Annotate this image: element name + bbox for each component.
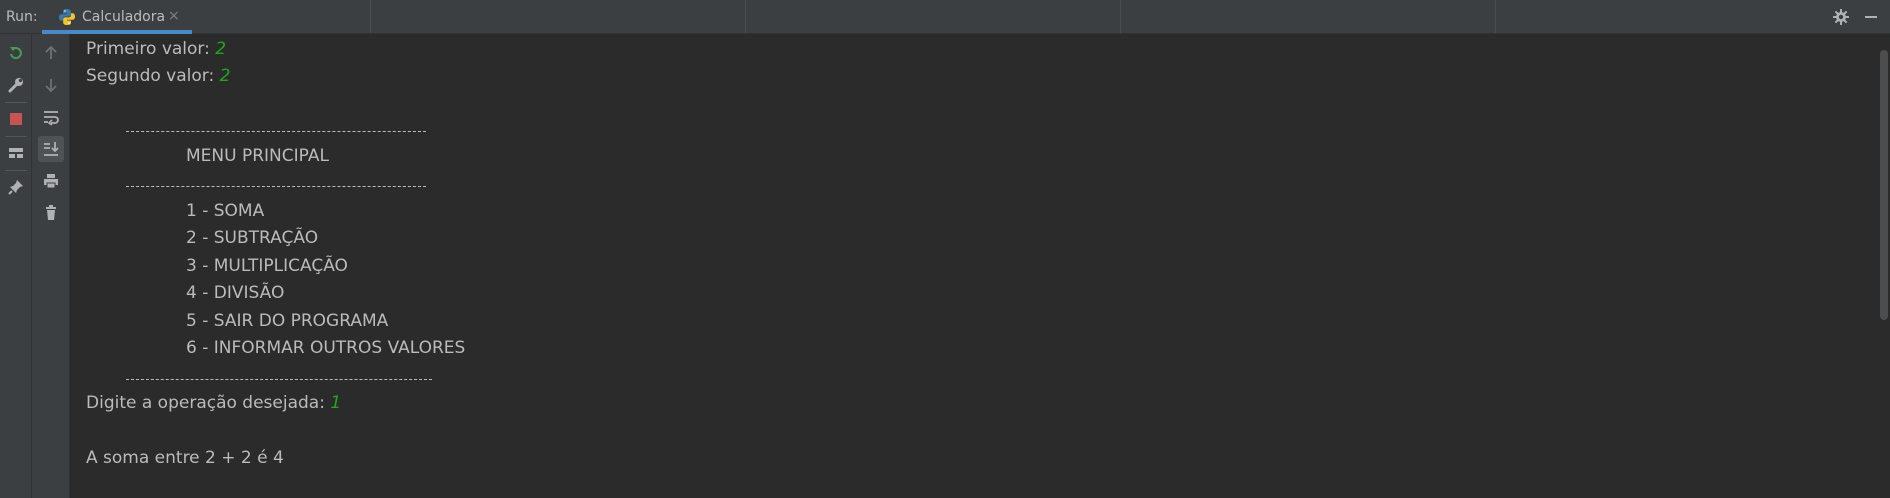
tab-calculadora[interactable]: Calculadora × [42,0,192,34]
menu-item: 5 - SAIR DO PROGRAMA [186,311,389,331]
operation-input: 1 [330,393,342,413]
menu-item: 1 - SOMA [186,201,265,221]
menu-divider-top [126,131,426,133]
scrollbar-thumb[interactable] [1880,50,1888,320]
up-arrow-icon[interactable] [38,40,64,66]
menu-item: 4 - DIVISÃO [186,283,285,303]
trash-icon[interactable] [38,200,64,226]
wrench-icon[interactable] [3,72,29,98]
down-arrow-icon[interactable] [38,72,64,98]
menu-item: 6 - INFORMAR OUTROS VALORES [186,338,466,358]
header-divider [1495,0,1496,33]
result-line: A soma entre 2 + 2 é 4 [86,448,284,468]
python-icon [58,8,76,26]
menu-divider-middle [126,186,426,188]
run-header-bar: Run: Calculadora × [0,0,1890,34]
run-actions-toolbar [0,34,32,498]
menu-divider-bottom [126,379,432,381]
second-value-input: 2 [219,66,231,86]
toolbar-divider [5,102,27,103]
soft-wrap-icon[interactable] [38,104,64,130]
console-actions-toolbar [32,34,70,498]
run-tool-window: Run: Calculadora × Primeiro valor: 2 Seg… [0,0,1890,498]
operation-prompt: Digite a operação desejada: [86,393,331,413]
operation-line: Digite a operação desejada: 1 [86,392,341,414]
minimize-icon[interactable] [1862,8,1880,26]
pin-icon[interactable] [3,174,29,200]
first-value-prompt: Primeiro valor: [86,39,216,59]
toolbar-divider [5,170,27,171]
first-value-line: Primeiro valor: 2 [86,38,226,60]
menu-item: 3 - MULTIPLICAÇÃO [186,256,348,276]
layout-icon[interactable] [3,140,29,166]
tab-label: Calculadora [82,9,166,25]
run-label: Run: [6,9,38,25]
scroll-to-end-icon[interactable] [38,136,64,162]
first-value-input: 2 [215,39,227,59]
close-icon[interactable]: × [168,8,180,24]
print-icon[interactable] [38,168,64,194]
menu-item: 2 - SUBTRAÇÃO [186,228,319,248]
toolbar-divider [5,136,27,137]
second-value-prompt: Segundo valor: [86,66,220,86]
vertical-scrollbar[interactable] [1878,34,1890,498]
gear-icon[interactable] [1832,8,1850,26]
console-output[interactable]: Primeiro valor: 2 Segundo valor: 2 MENU … [70,34,1878,498]
header-divider [370,0,371,33]
rerun-icon[interactable] [3,40,29,66]
stop-icon[interactable] [3,106,29,132]
second-value-line: Segundo valor: 2 [86,65,230,87]
header-divider [1120,0,1121,33]
header-divider [745,0,746,33]
menu-title: MENU PRINCIPAL [186,146,329,166]
